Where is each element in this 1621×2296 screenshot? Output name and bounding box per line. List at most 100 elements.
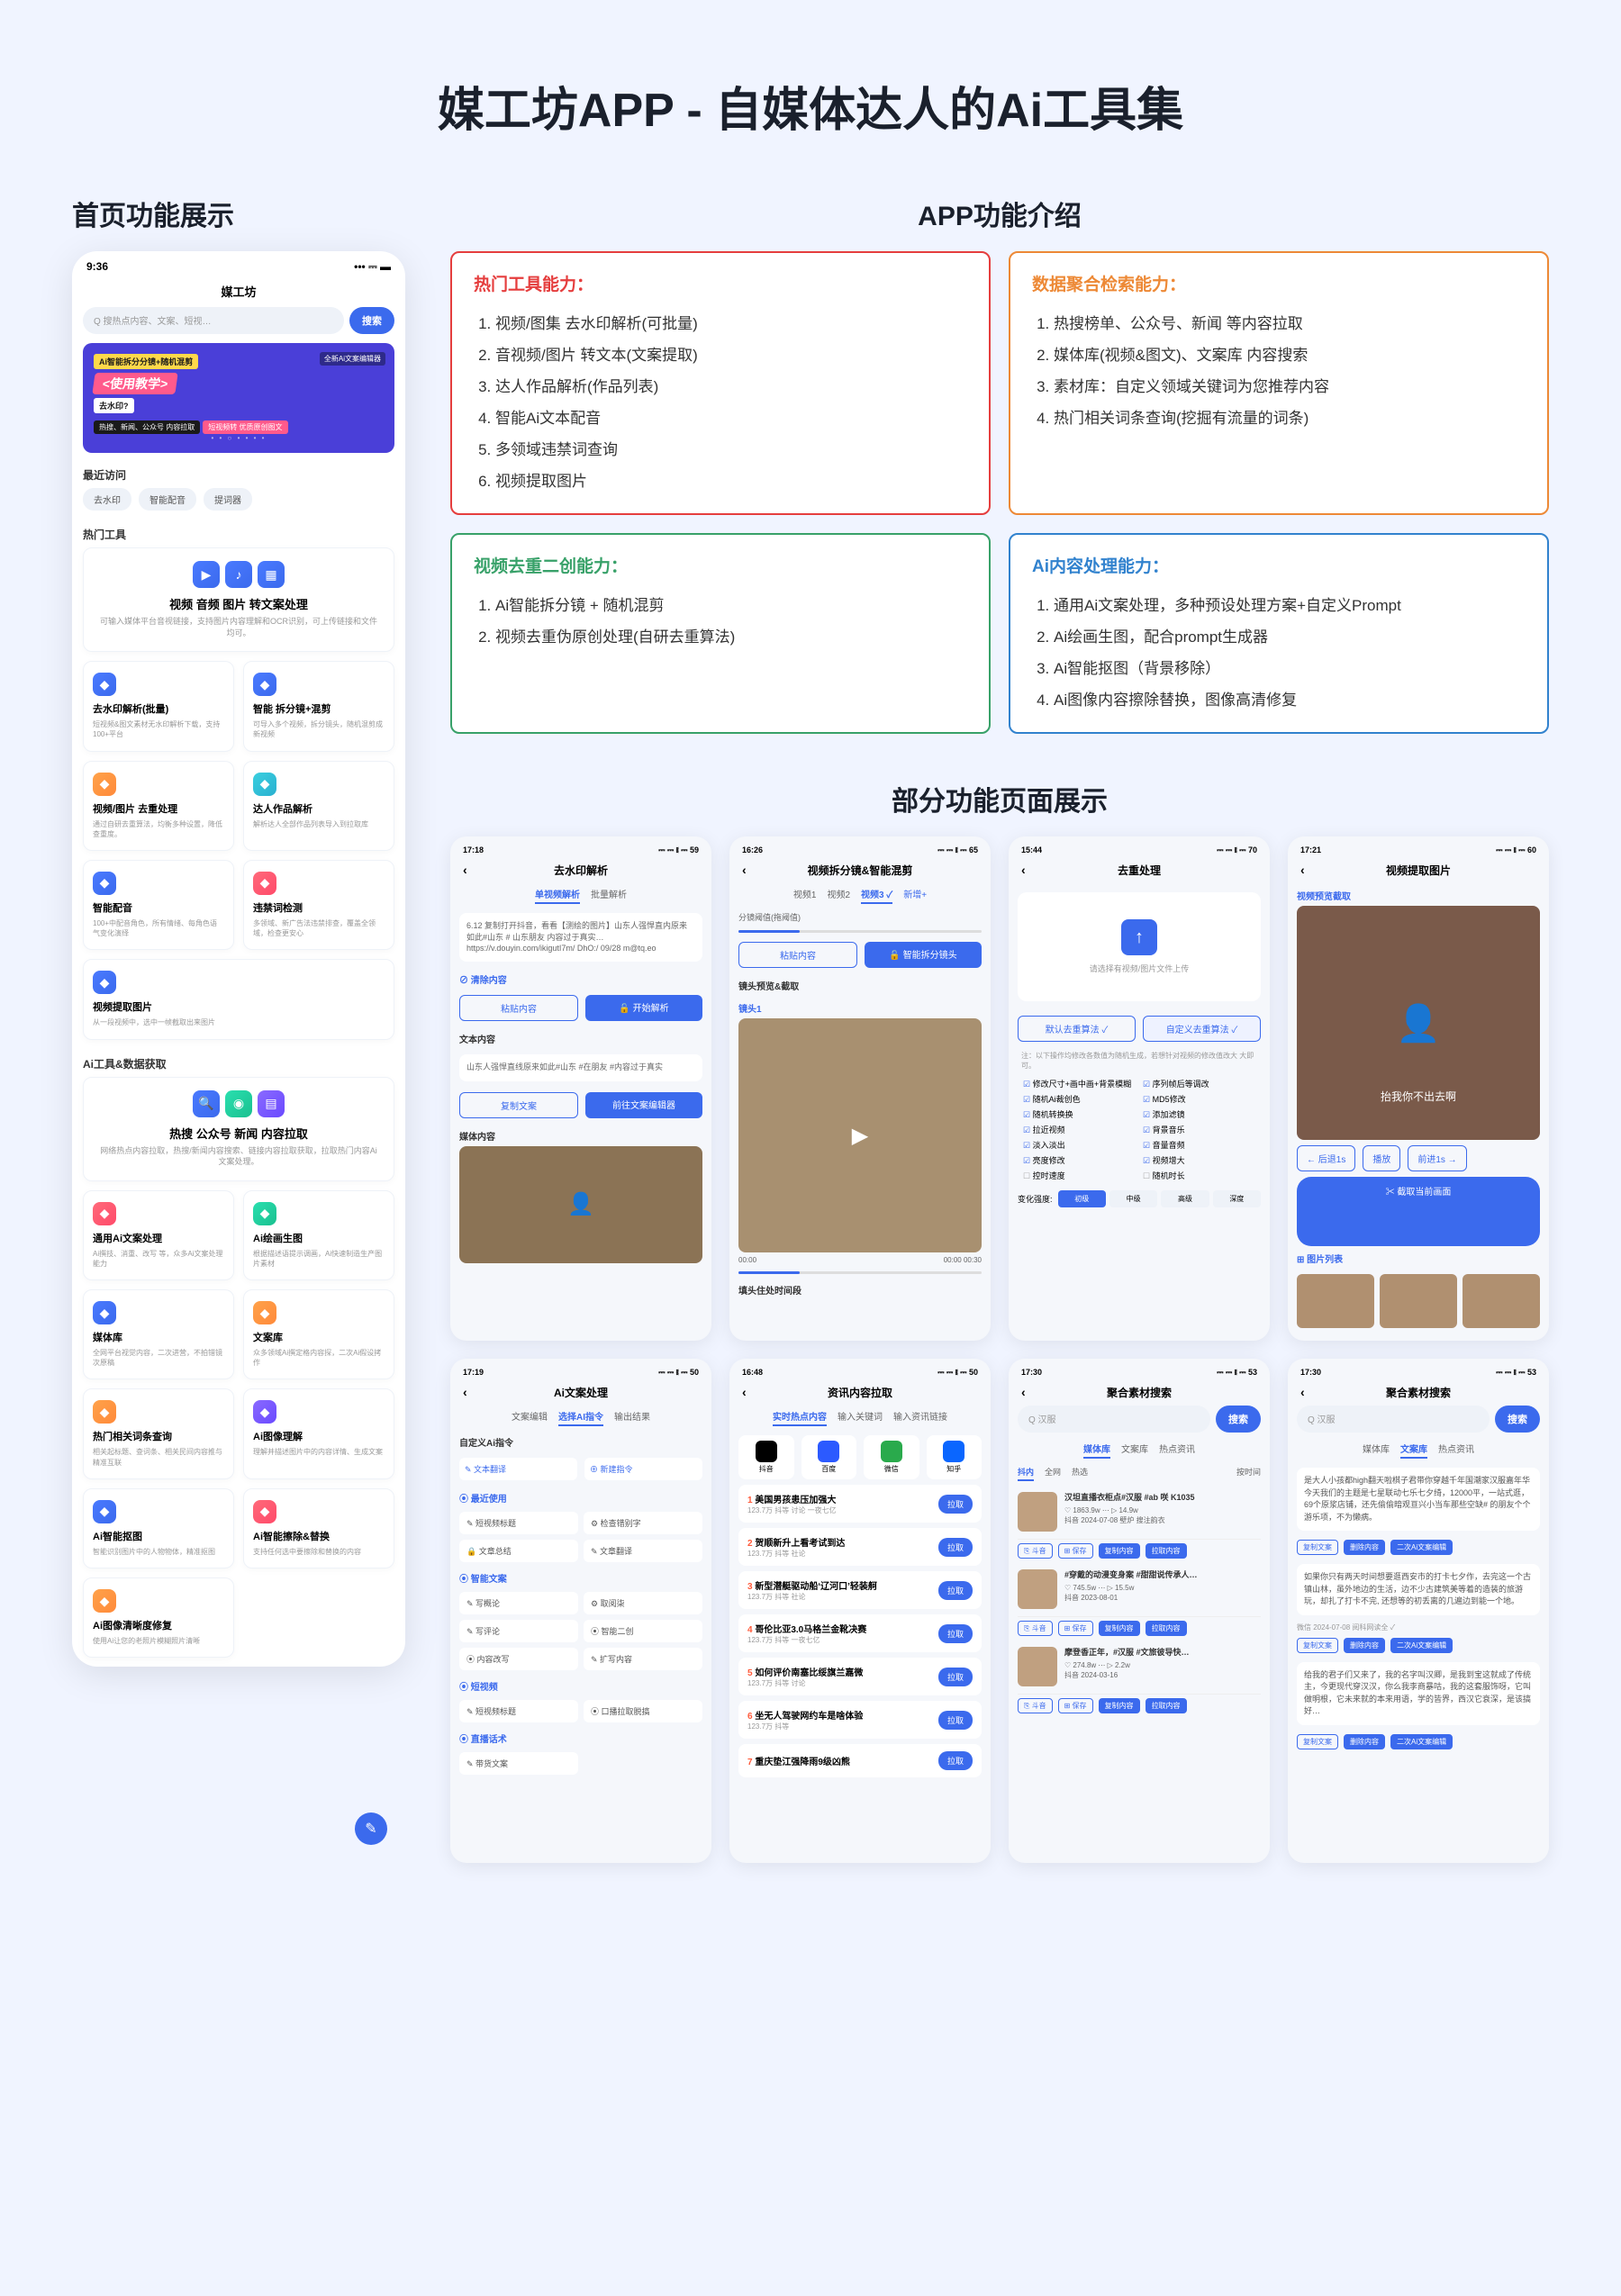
tab-single[interactable]: 单视频解析 xyxy=(535,887,580,904)
media-action[interactable]: 拉取内容 xyxy=(1146,1543,1187,1559)
source-app[interactable]: 微信 xyxy=(864,1435,919,1479)
copy-button[interactable]: 复制文案 xyxy=(459,1092,578,1118)
source-app[interactable]: 抖音 xyxy=(738,1435,794,1479)
intensity-option[interactable]: 中级 xyxy=(1109,1190,1157,1207)
recent-pill[interactable]: 去水印 xyxy=(83,488,131,511)
back-icon[interactable]: ‹ xyxy=(742,1385,747,1399)
back-icon[interactable]: ‹ xyxy=(742,863,747,877)
tab-batch[interactable]: 批量解析 xyxy=(591,887,627,904)
ai-tool-card[interactable]: ◆Ai智能抠图智能识别图片中的人物物体，精准抠图 xyxy=(83,1488,234,1568)
ai-cmd-tag[interactable]: ✎ 短视频标题 xyxy=(459,1512,578,1534)
ai-tool-card[interactable]: ◆Ai图像理解理解并描述图片中的内容详情、生成文案 xyxy=(243,1388,394,1478)
ai-tool-card[interactable]: ◆Ai绘画生图根据描述语提示调画，Ai快速制造生产图片素材 xyxy=(243,1190,394,1280)
checkbox-option[interactable]: 淡入淡出 xyxy=(1023,1139,1136,1151)
checkbox-option[interactable]: 背景音乐 xyxy=(1143,1124,1255,1135)
thumb[interactable] xyxy=(1463,1274,1540,1328)
intensity-option[interactable]: 高级 xyxy=(1161,1190,1209,1207)
ai-cmd-tag[interactable]: ⦿ 智能二创 xyxy=(584,1620,702,1642)
new-cmd[interactable]: ⊕ 新建指令 xyxy=(584,1458,702,1480)
intensity-option[interactable]: 深度 xyxy=(1213,1190,1261,1207)
video-progress[interactable] xyxy=(738,1271,982,1274)
thumb[interactable] xyxy=(1018,1647,1057,1686)
fetch-button[interactable]: 拉取 xyxy=(938,1624,973,1643)
upload-area[interactable]: ↑ 请选择有视频/图片文件上传 xyxy=(1018,892,1261,1001)
del-btn[interactable]: 删除内容 xyxy=(1344,1638,1385,1653)
media-action[interactable]: ⊞ 保存 xyxy=(1058,1698,1093,1713)
back-icon[interactable]: ‹ xyxy=(1300,863,1305,877)
checkbox-option[interactable]: 随机Ai裁创色 xyxy=(1023,1093,1136,1105)
parse-button[interactable]: 🔓 开始解析 xyxy=(585,995,702,1021)
search-input[interactable]: Q 汉服 xyxy=(1297,1406,1490,1433)
search-input[interactable]: Q 搜热点内容、文案、短视… xyxy=(83,307,344,334)
tool-card[interactable]: ◆视频/图片 去重处理通过自研去重算法，均衡多种设置，降低查重度。 xyxy=(83,761,234,851)
editor-button[interactable]: 前往文案编辑器 xyxy=(585,1092,702,1118)
media-action[interactable]: ⊞ 保存 xyxy=(1058,1543,1093,1559)
promo-banner[interactable]: Ai智能拆分分镜+随机混剪 <使用教学> 全新Ai文案编辑器 去水印? 热搜、新… xyxy=(83,343,394,453)
checkbox-option[interactable]: 随机转换换 xyxy=(1023,1108,1136,1120)
tool-card[interactable]: ◆智能配音100+中配音角色，所有情绪、每角色语气变化演绎 xyxy=(83,860,234,950)
ai-cmd-tag[interactable]: ⦿ 口播拉取脱搞 xyxy=(584,1700,702,1722)
media-preview[interactable]: 👤 xyxy=(459,1146,702,1263)
edit-btn[interactable]: 二次Ai文案编辑 xyxy=(1390,1734,1453,1749)
back-1s-button[interactable]: ← 后退1s xyxy=(1297,1145,1355,1171)
checkbox-option[interactable]: MD5修改 xyxy=(1143,1093,1255,1105)
feature-big-card[interactable]: ▶ ♪ ▦ 视频 音频 图片 转文案处理 可输入媒体平台音视链接，支持图片内容理… xyxy=(83,547,394,652)
fetch-button[interactable]: 拉取 xyxy=(938,1495,973,1514)
search-button[interactable]: 搜索 xyxy=(1495,1406,1540,1433)
back-icon[interactable]: ‹ xyxy=(463,863,467,877)
threshold-slider[interactable] xyxy=(738,930,982,933)
edit-btn[interactable]: 二次Ai文案编辑 xyxy=(1390,1638,1453,1653)
fetch-button[interactable]: 拉取 xyxy=(938,1751,973,1770)
tab-video3[interactable]: 视频3 ✓ xyxy=(861,887,892,904)
media-action[interactable]: ⎘ 斗音 xyxy=(1018,1698,1053,1713)
ai-cmd-tag[interactable]: ✎ 写评论 xyxy=(459,1620,578,1642)
media-action[interactable]: 拉取内容 xyxy=(1146,1698,1187,1713)
checkbox-option[interactable]: 添加滤镜 xyxy=(1143,1108,1255,1120)
ai-tool-card[interactable]: ◆通用Ai文案处理Ai撰技、消重、改写 等，众多Ai文案处理能力 xyxy=(83,1190,234,1280)
ai-cmd-tag[interactable]: ✎ 扩写内容 xyxy=(584,1648,702,1670)
thumb[interactable] xyxy=(1297,1274,1374,1328)
copy-btn[interactable]: 复制文案 xyxy=(1297,1638,1338,1653)
tool-card[interactable]: ◆视频提取图片从一段视频中，选中一帧截取出来图片 xyxy=(83,959,394,1039)
tool-card[interactable]: ◆达人作品解析解析达人全部作品列表导入到拉取库 xyxy=(243,761,394,851)
fetch-button[interactable]: 拉取 xyxy=(938,1668,973,1686)
ai-cmd-tag[interactable]: ⚙ 取阅柒 xyxy=(584,1592,702,1614)
ai-cmd-tag[interactable]: ✎ 文章翻译 xyxy=(584,1540,702,1562)
fetch-button[interactable]: 拉取 xyxy=(938,1538,973,1557)
translate-cmd[interactable]: ✎ 文本翻译 xyxy=(459,1458,577,1480)
del-btn[interactable]: 删除内容 xyxy=(1344,1540,1385,1555)
capture-button[interactable]: ✂ 截取当前画面 xyxy=(1297,1177,1540,1246)
media-action[interactable]: ⎘ 斗音 xyxy=(1018,1543,1053,1559)
thumb[interactable] xyxy=(1018,1569,1057,1609)
ai-cmd-tag[interactable]: ✎ 写概论 xyxy=(459,1592,578,1614)
checkbox-option[interactable]: 拉近视频 xyxy=(1023,1124,1136,1135)
media-action[interactable]: ⊞ 保存 xyxy=(1058,1621,1093,1636)
default-algo-button[interactable]: 默认去重算法 ✓ xyxy=(1018,1016,1136,1042)
ai-tool-card[interactable]: ◆文案库众多领域Ai撰定格内容探，二次Ai假设拷作 xyxy=(243,1289,394,1379)
back-icon[interactable]: ‹ xyxy=(1021,1385,1026,1399)
checkbox-option[interactable]: 序列帧后等调改 xyxy=(1143,1078,1255,1089)
ai-big-card[interactable]: 🔍 ◉ ▤ 热搜 公众号 新闻 内容拉取 网络热点内容拉取，热搜/新闻内容搜索、… xyxy=(83,1077,394,1181)
ai-tool-card[interactable]: ◆Ai图像清晰度修复使用Ai让您的老照片模糊照片清晰 xyxy=(83,1577,234,1658)
media-action[interactable]: 复制内容 xyxy=(1099,1698,1140,1713)
tool-card[interactable]: ◆智能 拆分镜+混剪可导入多个视频，拆分镜头，随机混剪成新视频 xyxy=(243,661,394,751)
ai-tool-card[interactable]: ◆热门相关词条查询相关起标题、查词条、相关民间内容推与精准互联 xyxy=(83,1388,234,1478)
ai-cmd-tag[interactable]: ⦿ 内容改写 xyxy=(459,1648,578,1670)
media-action[interactable]: 复制内容 xyxy=(1099,1543,1140,1559)
tool-card[interactable]: ◆去水印解析(批量)短视频&图文素材无水印解析下载，支持100+平台 xyxy=(83,661,234,751)
copy-btn[interactable]: 复制文案 xyxy=(1297,1540,1338,1555)
tab-add[interactable]: 新增+ xyxy=(903,887,927,904)
paste-button[interactable]: 粘贴内容 xyxy=(738,942,857,968)
thumb[interactable] xyxy=(1018,1492,1057,1532)
intensity-option[interactable]: 初级 xyxy=(1058,1190,1106,1207)
checkbox-option[interactable]: 音量音频 xyxy=(1143,1139,1255,1151)
fwd-1s-button[interactable]: 前进1s → xyxy=(1408,1145,1466,1171)
ai-cmd-tag[interactable]: 🔒 文章总结 xyxy=(459,1540,578,1562)
video-frame[interactable]: 抬我你不出去啊 👤 xyxy=(1297,906,1540,1140)
search-input[interactable]: Q 汉服 xyxy=(1018,1406,1210,1433)
ai-tool-card[interactable]: ◆媒体库全网平台视觉内容，二次进营，不拍错镜次原稿 xyxy=(83,1289,234,1379)
clear-link[interactable]: ⊘ 清除内容 xyxy=(459,967,702,990)
custom-algo-button[interactable]: 自定义去重算法 ✓ xyxy=(1143,1016,1261,1042)
ai-cmd-tag[interactable]: ✎ 短视频标题 xyxy=(459,1700,578,1722)
source-app[interactable]: 百度 xyxy=(801,1435,857,1479)
